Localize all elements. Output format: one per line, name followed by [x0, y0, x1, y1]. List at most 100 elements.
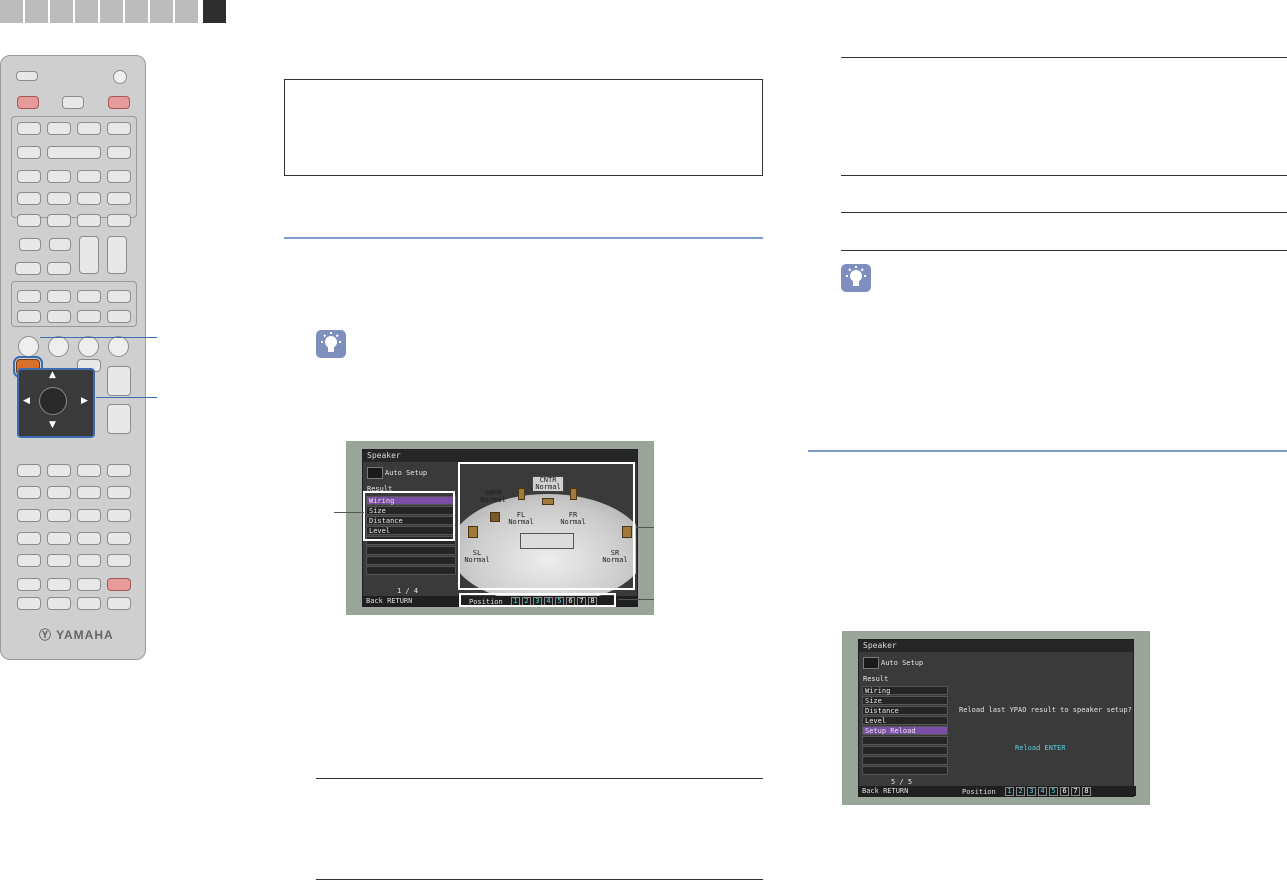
remote-input-button — [77, 214, 101, 227]
remote-sound-button — [107, 290, 131, 303]
speaker-result-screen: Speaker Auto Setup Result Wiring Size Di… — [346, 441, 654, 615]
remote-down-arrow-icon: ▼ — [49, 420, 56, 430]
menu-item-size[interactable]: Size — [862, 696, 948, 705]
menu-label: Auto Setup — [385, 469, 428, 477]
section-tab[interactable] — [25, 0, 48, 23]
remote-input-button — [107, 214, 131, 227]
remote-input-button — [47, 170, 71, 183]
remote-bottom-button — [77, 597, 101, 610]
remote-input-button — [77, 192, 101, 205]
callout-line-layout — [636, 527, 654, 528]
position-label: Position — [962, 788, 996, 796]
remote-transport-button — [107, 486, 131, 499]
remote-number-button — [17, 532, 41, 545]
menu-item-setup-reload[interactable]: Setup Reload — [862, 726, 948, 735]
position-boxes: 12345678 — [1005, 786, 1115, 796]
remote-dial — [113, 70, 127, 84]
callout-line-result — [334, 512, 364, 513]
remote-transport-button — [47, 486, 71, 499]
remote-input-button — [47, 192, 71, 205]
remote-sound-button — [77, 290, 101, 303]
remote-bottom-button — [77, 578, 101, 591]
table-rule — [316, 879, 763, 880]
remote-transport-button — [17, 486, 41, 499]
remote-number-button — [107, 509, 131, 522]
remote-control-illustration: ▲ ▼ ◀ ▶ Ⓨ YAMAHA — [0, 55, 146, 660]
position-box-6: 6 — [1060, 787, 1069, 796]
remote-number-button — [47, 509, 71, 522]
remote-number-button — [17, 509, 41, 522]
section-divider — [808, 450, 1287, 452]
callout-line-cursor — [96, 397, 157, 398]
remote-number-button — [107, 554, 131, 567]
remote-bottom-button — [47, 597, 71, 610]
position-box-2: 2 — [1016, 787, 1025, 796]
section-tab[interactable] — [75, 0, 98, 23]
remote-transport-button — [17, 464, 41, 477]
menu-item-distance[interactable]: Distance — [862, 706, 948, 715]
section-tab[interactable] — [125, 0, 148, 23]
table-rule — [841, 212, 1287, 213]
remote-input-button — [107, 192, 131, 205]
section-tab[interactable] — [50, 0, 73, 23]
remote-volume-rocker — [79, 236, 99, 274]
layout-highlight-frame — [458, 462, 635, 590]
section-tab[interactable] — [0, 0, 23, 23]
remote-preset-rocker — [107, 236, 127, 274]
remote-sound-button — [47, 290, 71, 303]
section-tab-active[interactable] — [203, 0, 226, 23]
section-tab[interactable] — [100, 0, 123, 23]
remote-input-button — [47, 146, 101, 159]
reload-message: Reload last YPAO result to speaker setup… — [959, 706, 1132, 714]
menu-item-wiring[interactable]: Wiring — [862, 686, 948, 695]
lightbulb-tip-icon — [841, 264, 871, 292]
osd-frame: Speaker Auto Setup Result Wiring Size Di… — [858, 639, 1136, 797]
menu-item-empty — [862, 746, 948, 755]
page-indicator: 5 / 5 — [891, 778, 913, 786]
position-highlight-frame — [459, 593, 616, 607]
remote-sound-button — [17, 290, 41, 303]
remote-input-button — [47, 214, 71, 227]
note-box — [284, 79, 763, 176]
auto-setup-icon — [863, 657, 879, 669]
menu-item-empty — [862, 736, 948, 745]
table-rule — [841, 175, 1287, 176]
callout-line-setup — [40, 337, 157, 338]
menu-highlight-frame — [363, 491, 455, 541]
menu-label: Auto Setup — [881, 659, 924, 667]
remote-sound-button — [77, 310, 101, 323]
speaker-reload-screen: Speaker Auto Setup Result Wiring Size Di… — [842, 631, 1150, 805]
remote-sound-button — [107, 310, 131, 323]
remote-number-button — [47, 532, 71, 545]
remote-number-button — [107, 532, 131, 545]
page-indicator: 1 / 4 — [397, 587, 419, 595]
section-divider — [284, 237, 763, 239]
remote-color-button — [48, 336, 69, 357]
remote-right-arrow-icon: ▶ — [81, 396, 88, 406]
menu-item-empty — [366, 566, 456, 575]
position-box-8: 8 — [1082, 787, 1091, 796]
remote-number-button — [47, 554, 71, 567]
remote-input-button — [17, 214, 41, 227]
remote-volume-up — [107, 366, 131, 396]
remote-bottom-button — [107, 597, 131, 610]
section-tab[interactable] — [175, 0, 198, 23]
remote-number-button — [17, 554, 41, 567]
position-box-5: 5 — [1049, 787, 1058, 796]
menu-item-empty — [862, 756, 948, 765]
menu-item-level[interactable]: Level — [862, 716, 948, 725]
remote-bottom-button — [47, 578, 71, 591]
position-box-3: 3 — [1027, 787, 1036, 796]
remote-source-button — [62, 96, 84, 109]
table-rule — [841, 250, 1287, 251]
table-rule — [316, 778, 763, 779]
result-label: Result — [863, 675, 889, 683]
section-tab[interactable] — [150, 0, 173, 23]
remote-enter-button — [39, 387, 67, 415]
remote-bottom-button — [17, 578, 41, 591]
remote-bottom-button — [17, 597, 41, 610]
remote-scene-button — [19, 238, 41, 251]
osd-title: Speaker — [859, 640, 1133, 652]
remote-input-button — [17, 122, 41, 135]
remote-volume-down — [107, 404, 131, 434]
